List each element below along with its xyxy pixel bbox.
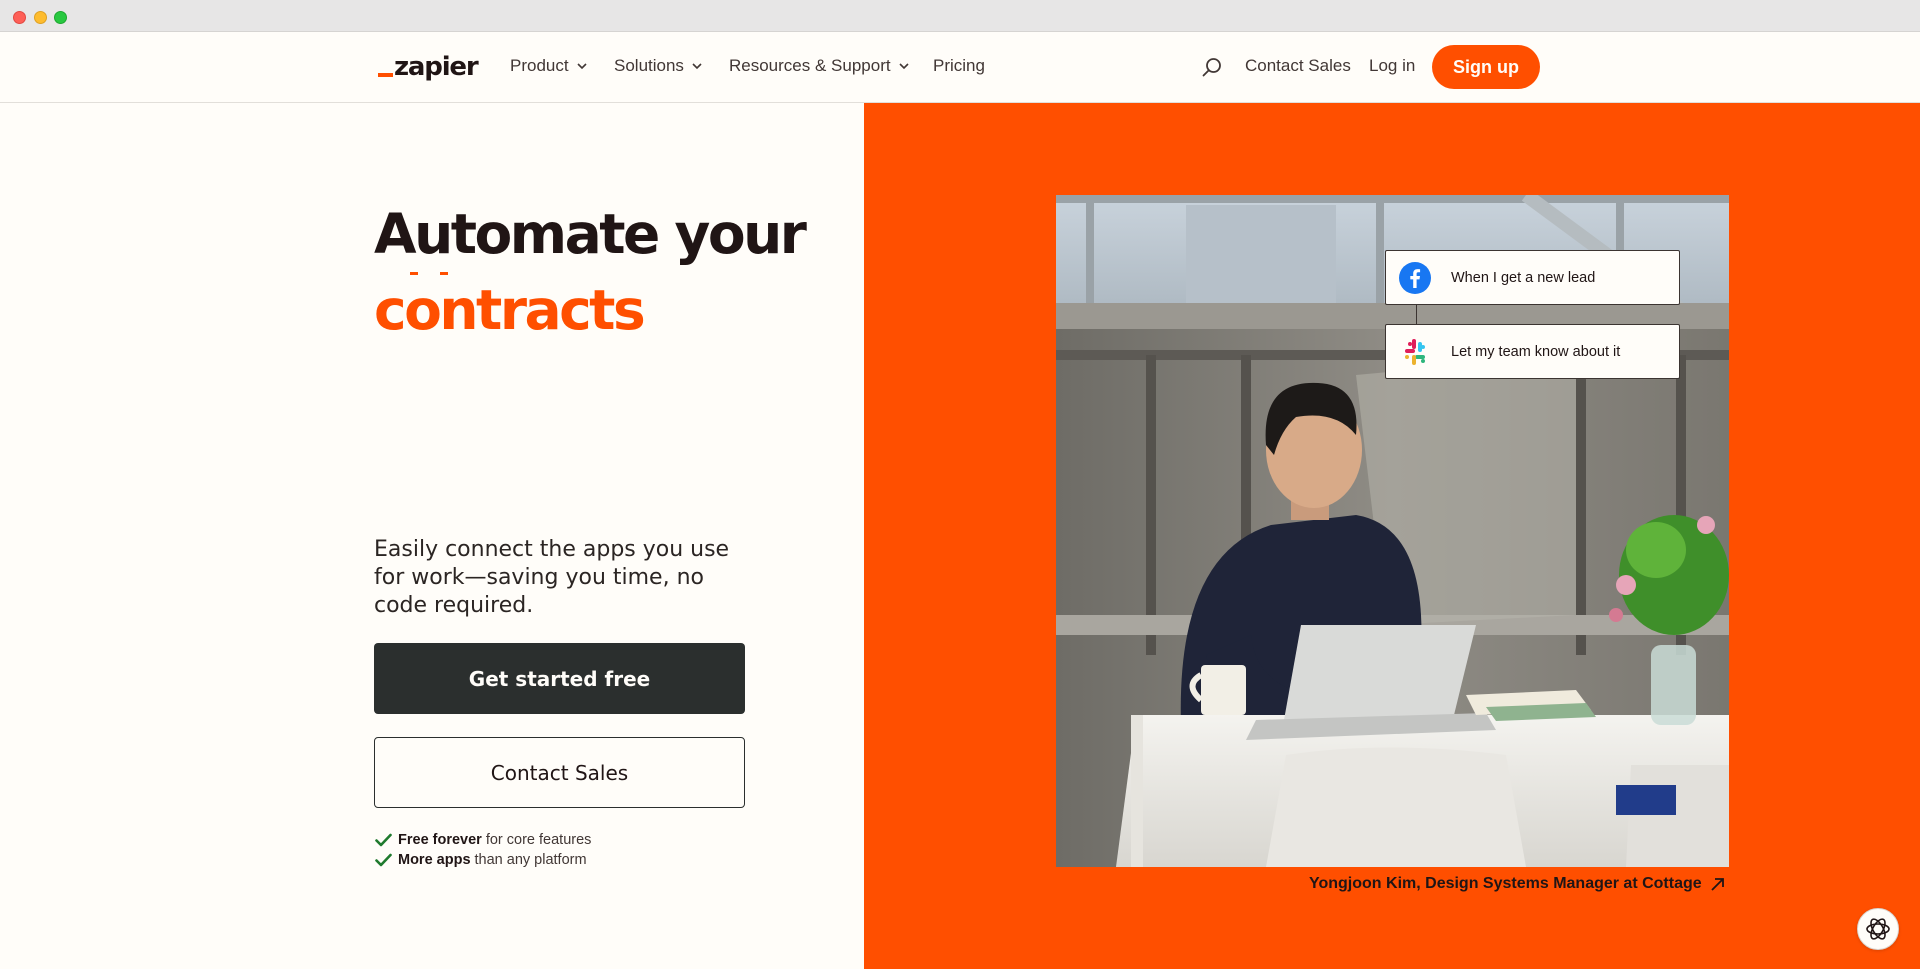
nav-pricing-link[interactable]: Pricing (933, 56, 985, 76)
perk-item: More apps than any platform (375, 852, 587, 868)
nav-solutions-menu[interactable]: Solutions (614, 56, 703, 76)
hero-headline: Automate your (374, 202, 807, 266)
chevron-down-icon (899, 63, 909, 70)
ai-assistant-button[interactable] (1857, 908, 1899, 950)
perk-item: Free forever for core features (375, 832, 591, 848)
window-titlebar (0, 0, 1920, 32)
perk-text: than any platform (474, 852, 587, 868)
perk-bold-text: Free forever (398, 832, 482, 848)
zap-trigger-label: When I get a new lead (1451, 269, 1596, 286)
nav-resources-menu[interactable]: Resources & Support (729, 56, 910, 76)
zapier-logo[interactable]: zapier (378, 50, 479, 82)
zap-action-card: Let my team know about it (1385, 324, 1680, 379)
contact-sales-button[interactable]: Contact Sales (374, 737, 745, 808)
facebook-icon (1399, 261, 1431, 294)
signup-button[interactable]: Sign up (1432, 45, 1540, 89)
hero-subtext: Easily connect the apps you use for work… (374, 537, 730, 618)
headline-rotating-word-container: contracts (374, 272, 734, 334)
perk-bold-text: More apps (398, 852, 471, 868)
get-started-free-button[interactable]: Get started free (374, 643, 745, 714)
checkmark-icon (375, 853, 392, 867)
zap-step-connector (1416, 305, 1417, 324)
zap-trigger-card: When I get a new lead (1385, 250, 1680, 305)
nav-pricing-label: Pricing (933, 56, 985, 75)
chevron-down-icon (577, 63, 587, 70)
slack-icon (1405, 338, 1425, 365)
web-page: zapier Product Solutions Resources & Sup… (0, 32, 1920, 969)
photo-caption-text: Yongjoon Kim, Design Systems Manager at … (1309, 875, 1702, 892)
nav-solutions-label: Solutions (614, 56, 684, 75)
nav-login-link[interactable]: Log in (1369, 56, 1415, 76)
logo-wordmark: zapier (394, 52, 479, 82)
assistant-knot-icon (1866, 918, 1890, 940)
nav-resources-label: Resources & Support (729, 56, 891, 75)
external-link-arrow-icon (1711, 877, 1724, 891)
window-close-button[interactable] (13, 11, 26, 24)
search-icon[interactable] (1200, 55, 1224, 79)
top-navigation: zapier Product Solutions Resources & Sup… (0, 32, 1920, 103)
headline-rotating-word: contracts (374, 278, 646, 334)
photo-caption-link[interactable]: Yongjoon Kim, Design Systems Manager at … (1309, 875, 1725, 893)
window-maximize-button[interactable] (54, 11, 67, 24)
chevron-down-icon (692, 63, 702, 70)
zap-action-label: Let my team know about it (1451, 343, 1621, 360)
nav-contact-sales-link[interactable]: Contact Sales (1245, 56, 1351, 76)
perk-text: for core features (485, 832, 592, 848)
nav-product-menu[interactable]: Product (510, 56, 588, 76)
nav-product-label: Product (510, 56, 569, 75)
window-minimize-button[interactable] (34, 11, 47, 24)
logo-underscore-mark (378, 73, 393, 77)
checkmark-icon (375, 833, 392, 847)
